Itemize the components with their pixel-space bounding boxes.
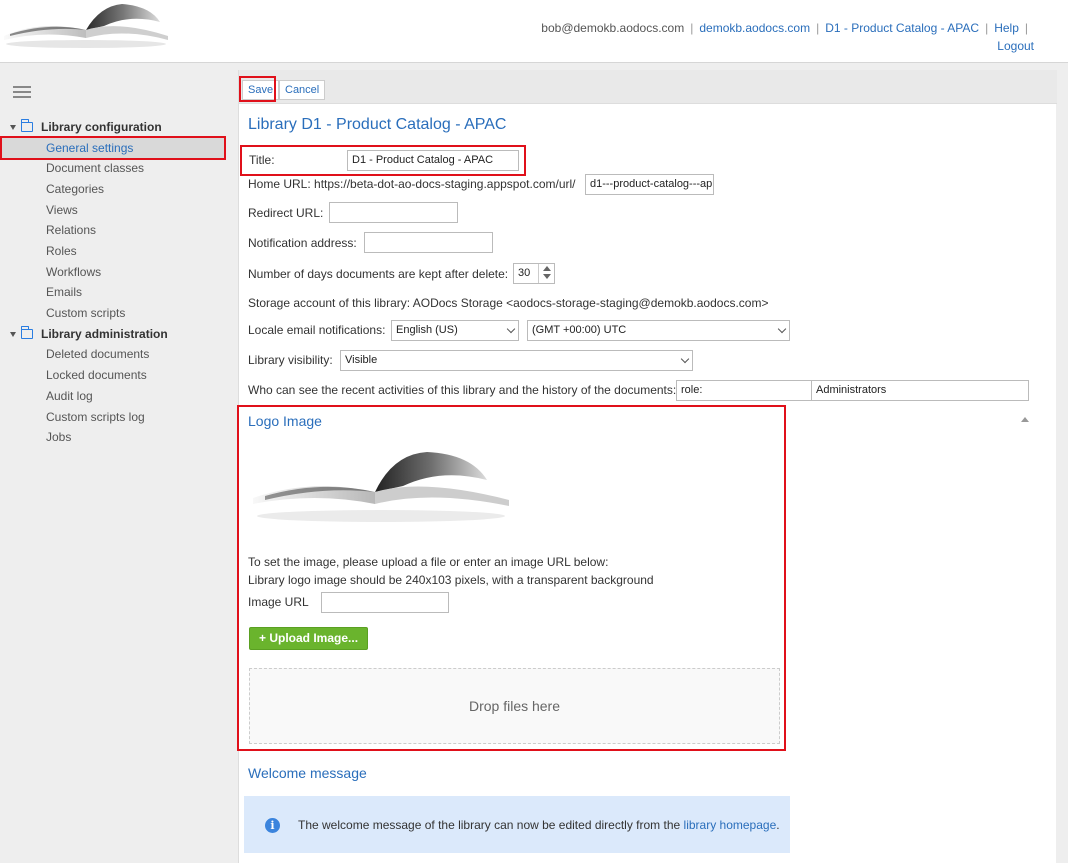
logo-instructions-1: To set the image, please upload a file o… [248, 555, 609, 569]
sidebar-item-categories[interactable]: Categories [46, 182, 104, 196]
image-url-input[interactable] [321, 592, 449, 613]
upload-image-button[interactable]: + Upload Image... [249, 627, 369, 650]
top-navigation: bob@demokb.aodocs.com | demokb.aodocs.com |… [541, 21, 1034, 53]
locale-label: Locale email notifications: [248, 323, 386, 337]
image-url-label: Image URL [248, 595, 309, 609]
sidebar-item-emails[interactable]: Emails [46, 285, 82, 299]
sidebar-item-document-classes[interactable]: Document classes [46, 161, 144, 175]
sidebar-item-relations[interactable]: Relations [46, 223, 96, 237]
drop-zone[interactable]: Drop files here [249, 668, 780, 744]
sidebar-item-locked-documents[interactable]: Locked documents [46, 368, 147, 382]
timezone-select[interactable]: (GMT +00:00) UTC [527, 320, 790, 341]
title-input[interactable]: D1 - Product Catalog - APAC [347, 150, 519, 171]
domain-link[interactable]: demokb.aodocs.com [699, 21, 810, 35]
storage-account-text: Storage account of this library: AODocs … [248, 296, 769, 310]
visibility-label: Library visibility: [248, 353, 333, 367]
toolbar: Save Cancel [239, 70, 1057, 104]
title-label: Title: [249, 153, 275, 167]
expand-triangle-icon [10, 124, 16, 130]
visibility-value: Visible [345, 354, 378, 366]
sidebar-group-library-configuration[interactable]: Library configuration [10, 119, 162, 134]
logo-section-title[interactable]: Logo Image [248, 413, 322, 429]
info-icon: i [265, 818, 280, 833]
notification-address-input[interactable] [364, 232, 493, 253]
sidebar-item-views[interactable]: Views [46, 203, 78, 217]
expand-triangle-icon [10, 331, 16, 337]
sidebar-item-custom-scripts-log[interactable]: Custom scripts log [46, 410, 145, 424]
folder-icon [21, 119, 33, 132]
sidebar-item-jobs[interactable]: Jobs [46, 430, 71, 444]
activity-visibility-label: Who can see the recent activities of thi… [248, 383, 677, 397]
sidebar-item-custom-scripts[interactable]: Custom scripts [46, 306, 125, 320]
welcome-section-title[interactable]: Welcome message [248, 765, 367, 781]
page-title: Library D1 - Product Catalog - APAC [248, 116, 507, 133]
collapse-triangle-icon[interactable] [1021, 417, 1029, 422]
chevron-down-icon [777, 324, 787, 334]
home-url-label: Home URL: https://beta-dot-ao-docs-stagi… [248, 177, 576, 191]
activity-role-select[interactable]: role: [676, 380, 832, 401]
days-kept-value: 30 [518, 267, 531, 279]
chevron-down-icon [506, 324, 516, 334]
app-header: bob@demokb.aodocs.com | demokb.aodocs.com |… [0, 0, 1068, 63]
notification-address-label: Notification address: [248, 236, 357, 250]
locale-select[interactable]: English (US) [391, 320, 519, 341]
sidebar: Library configuration General settings D… [0, 63, 232, 863]
hamburger-icon[interactable] [13, 86, 31, 98]
redirect-url-label: Redirect URL: [248, 206, 324, 220]
save-button[interactable]: Save [242, 80, 280, 100]
sidebar-item-roles[interactable]: Roles [46, 244, 77, 258]
days-kept-label: Number of days documents are kept after … [248, 267, 509, 281]
redirect-url-input[interactable] [329, 202, 458, 223]
logout-link[interactable]: Logout [997, 39, 1034, 53]
help-link[interactable]: Help [994, 21, 1019, 35]
main-panel: Save Cancel Library D1 - Product Catalog… [237, 70, 1057, 863]
user-email: bob@demokb.aodocs.com [541, 21, 685, 35]
sidebar-item-workflows[interactable]: Workflows [46, 265, 101, 279]
group-label: Library configuration [41, 120, 162, 134]
open-book-logo[interactable] [0, 0, 176, 52]
library-homepage-link[interactable]: library homepage [684, 818, 777, 832]
chevron-down-icon [680, 354, 690, 364]
stepper-down-icon[interactable] [542, 274, 551, 279]
welcome-info-text: The welcome message of the library can n… [298, 818, 780, 832]
days-kept-input[interactable]: 30 [513, 263, 555, 284]
logo-instructions-2: Library logo image should be 240x103 pix… [248, 573, 654, 587]
activity-role-value: role: [681, 384, 703, 396]
sidebar-item-general-settings[interactable]: General settings [46, 141, 133, 155]
home-url-input[interactable]: d1---product-catalog---ap [585, 174, 714, 195]
welcome-info-box: i The welcome message of the library can… [244, 796, 790, 853]
logo-preview-image [251, 446, 513, 546]
upload-label: Upload Image... [269, 631, 359, 645]
sidebar-group-library-administration[interactable]: Library administration [10, 326, 168, 341]
sidebar-item-audit-log[interactable]: Audit log [46, 389, 93, 403]
library-link[interactable]: D1 - Product Catalog - APAC [825, 21, 979, 35]
activity-group-input[interactable]: Administrators [811, 380, 1029, 401]
days-stepper[interactable] [538, 264, 554, 283]
visibility-select[interactable]: Visible [340, 350, 693, 371]
timezone-value: (GMT +00:00) UTC [532, 324, 627, 336]
locale-value: English (US) [396, 324, 458, 336]
group-label: Library administration [41, 327, 168, 341]
cancel-button[interactable]: Cancel [279, 80, 326, 100]
folder-icon [21, 326, 33, 339]
sidebar-item-deleted-documents[interactable]: Deleted documents [46, 347, 149, 361]
plus-icon: + [259, 631, 270, 645]
stepper-up-icon[interactable] [542, 266, 551, 271]
